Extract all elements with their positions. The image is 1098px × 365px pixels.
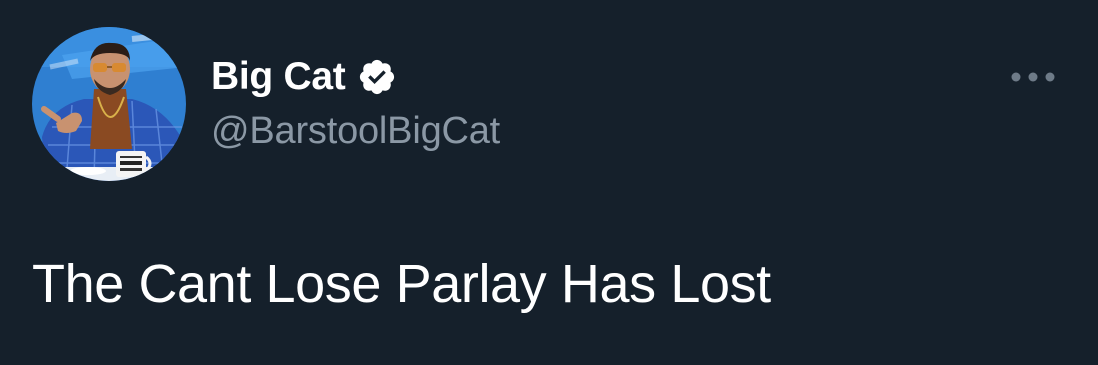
more-options-button[interactable] <box>1006 60 1060 94</box>
more-options-icon <box>1011 72 1055 82</box>
author-name-row: Big Cat <box>211 53 397 101</box>
avatar[interactable] <box>32 27 186 181</box>
tweet-text: The Cant Lose Parlay Has Lost <box>32 254 771 314</box>
verified-badge-icon <box>357 57 397 97</box>
display-name[interactable]: Big Cat <box>211 55 346 99</box>
avatar-image <box>32 27 186 181</box>
author-handle[interactable]: @BarstoolBigCat <box>211 110 500 153</box>
tweet-card: Big Cat @BarstoolBigCat The Cant Lose Pa… <box>0 0 1098 365</box>
